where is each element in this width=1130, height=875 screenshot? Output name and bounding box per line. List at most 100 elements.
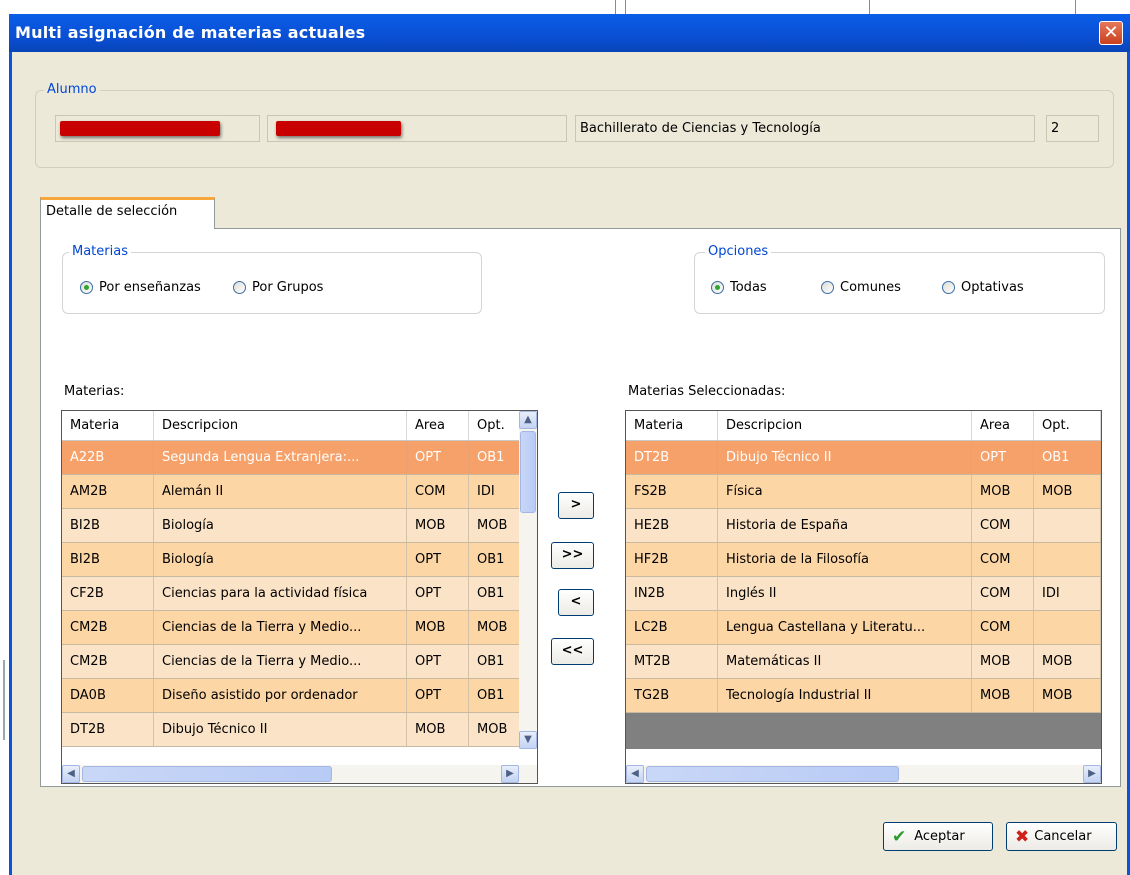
table-row[interactable]: AM2B Alemán II COM IDI (62, 475, 521, 509)
table-cell: MOB (972, 645, 1034, 678)
table-row[interactable]: MT2B Matemáticas II MOB MOB (626, 645, 1101, 679)
add-one-button[interactable]: > (558, 492, 594, 519)
table-row[interactable]: BI2B Biología MOB MOB (62, 509, 521, 543)
selected-materias-grid[interactable]: Materia Descripcion Area Opt. TG2B Tecnologí… (625, 410, 1102, 784)
table-cell: LC2B (626, 611, 718, 644)
title-bar[interactable]: Multi asignación de materias actuales ✕ (9, 14, 1130, 52)
table-cell: IDI (469, 475, 521, 508)
cancelar-button[interactable]: ✖ Cancelar (1006, 822, 1117, 851)
column-header[interactable]: Materia (626, 411, 718, 440)
column-header[interactable]: Materia (62, 411, 154, 440)
table-row[interactable]: DT2B Dibujo Técnico II MOB MOB (62, 713, 521, 747)
column-header[interactable]: Area (407, 411, 469, 440)
table-cell: Segunda Lengua Extranjera:... (154, 441, 407, 474)
scroll-thumb[interactable] (646, 766, 899, 782)
vertical-scrollbar[interactable]: ▲ ▼ (519, 411, 537, 749)
course-field[interactable]: Bachillerato de Ciencias y Tecnología (575, 115, 1035, 142)
horizontal-scrollbar[interactable]: ◀ ▶ (626, 765, 1101, 783)
radio-selected-icon (80, 281, 93, 294)
column-header[interactable]: Opt. (469, 411, 521, 440)
scroll-left-icon[interactable]: ◀ (626, 765, 644, 783)
table-cell: MOB (972, 679, 1034, 712)
table-row[interactable]: CM2B Ciencias de la Tierra y Medio... MOB M… (62, 611, 521, 645)
materias-list-label: Materias: (64, 384, 125, 399)
table-cell: DT2B (626, 441, 718, 474)
redaction-mark (276, 121, 401, 136)
background-left-edge (0, 0, 9, 875)
table-cell: Inglés II (718, 577, 972, 610)
scroll-up-icon[interactable]: ▲ (519, 411, 537, 429)
radio-label: Todas (730, 280, 767, 295)
table-row[interactable]: CM2B Ciencias de la Tierra y Medio... OPT O… (62, 645, 521, 679)
table-cell: MOB (407, 713, 469, 746)
table-cell: Historia de la Filosofía (718, 543, 972, 576)
scroll-left-icon[interactable]: ◀ (62, 765, 80, 783)
table-cell: OPT (407, 577, 469, 610)
table-cell: Ciencias de la Tierra y Medio... (154, 645, 407, 678)
materias-grid[interactable]: Materia Descripcion Area Opt. DT2B Dibujo Té… (61, 410, 538, 784)
horizontal-scrollbar[interactable]: ◀ ▶ (62, 765, 537, 783)
table-cell: CM2B (62, 645, 154, 678)
background-divider (625, 0, 626, 14)
scroll-right-icon[interactable]: ▶ (1083, 765, 1101, 783)
table-row[interactable]: HE2B Historia de España COM (626, 509, 1101, 543)
table-cell: IDI (1034, 577, 1101, 610)
grid-header: Materia Descripcion Area Opt. (626, 411, 1101, 441)
radio-por-ensenanzas[interactable]: Por enseñanzas (80, 280, 201, 295)
scroll-right-icon[interactable]: ▶ (501, 765, 519, 783)
table-row[interactable]: DA0B Diseño asistido por ordenador OPT OB1 (62, 679, 521, 713)
scroll-thumb[interactable] (82, 766, 332, 782)
radio-optativas[interactable]: Optativas (942, 280, 1024, 295)
table-cell: Dibujo Técnico II (154, 713, 407, 746)
aceptar-button[interactable]: ✔ Aceptar (883, 822, 993, 851)
column-header[interactable]: Descripcion (718, 411, 972, 440)
radio-por-grupos[interactable]: Por Grupos (233, 280, 323, 295)
radio-todas[interactable]: Todas (711, 280, 767, 295)
column-header[interactable]: Opt. (1034, 411, 1101, 440)
add-all-button[interactable]: >> (551, 542, 594, 569)
materias-group: Materias Por enseñanzas Por Grupos (62, 244, 482, 314)
table-row[interactable]: FS2B Física MOB MOB (626, 475, 1101, 509)
remove-all-button[interactable]: << (551, 638, 594, 665)
column-header[interactable]: Area (972, 411, 1034, 440)
table-cell: OPT (407, 441, 469, 474)
table-cell: Física (718, 475, 972, 508)
table-cell: Ciencias de la Tierra y Medio... (154, 611, 407, 644)
table-cell: Tecnología Industrial II (718, 679, 972, 712)
grid-empty-area (626, 713, 1101, 749)
year-field[interactable]: 2 (1046, 115, 1099, 142)
remove-one-button[interactable]: < (558, 589, 594, 616)
background-divider (1075, 0, 1076, 14)
radio-label: Por Grupos (252, 280, 324, 295)
selected-list-label: Materias Seleccionadas: (628, 384, 786, 399)
background-divider (869, 0, 870, 14)
close-button[interactable]: ✕ (1099, 21, 1123, 45)
tab-detalle-seleccion[interactable]: Detalle de selección (40, 197, 215, 229)
scroll-down-icon[interactable]: ▼ (519, 731, 537, 749)
table-row[interactable]: LC2B Lengua Castellana y Literatu... COM (626, 611, 1101, 645)
radio-unselected-icon (821, 281, 834, 294)
table-cell: OB1 (469, 679, 521, 712)
student-surname-field[interactable] (267, 115, 567, 142)
table-cell: MOB (469, 509, 521, 542)
table-cell: Biología (154, 543, 407, 576)
cross-icon: ✖ (1015, 826, 1030, 847)
table-cell: MOB (1034, 475, 1101, 508)
table-row[interactable]: A22B Segunda Lengua Extranjera:... OPT OB1 (62, 441, 521, 475)
table-row[interactable]: BI2B Biología OPT OB1 (62, 543, 521, 577)
table-row[interactable]: CF2B Ciencias para la actividad física OPT… (62, 577, 521, 611)
opciones-group: Opciones Todas Comunes Optativas (694, 244, 1105, 314)
dialog-body: Alumno Bachillerato de Ciencias y Tecnol… (12, 52, 1127, 875)
radio-comunes[interactable]: Comunes (821, 280, 901, 295)
table-row[interactable]: TG2B Tecnología Industrial II MOB MOB (626, 679, 1101, 713)
table-row[interactable]: HF2B Historia de la Filosofía COM (626, 543, 1101, 577)
table-row[interactable]: DT2B Dibujo Técnico II OPT OB1 (626, 441, 1101, 475)
table-cell: Ciencias para la actividad física (154, 577, 407, 610)
column-header[interactable]: Descripcion (154, 411, 407, 440)
table-row[interactable]: IN2B Inglés II COM IDI (626, 577, 1101, 611)
table-cell: FS2B (626, 475, 718, 508)
table-cell (1034, 543, 1101, 576)
student-name-field[interactable] (55, 115, 260, 142)
scroll-thumb[interactable] (520, 431, 536, 513)
radio-label: Comunes (840, 280, 901, 295)
